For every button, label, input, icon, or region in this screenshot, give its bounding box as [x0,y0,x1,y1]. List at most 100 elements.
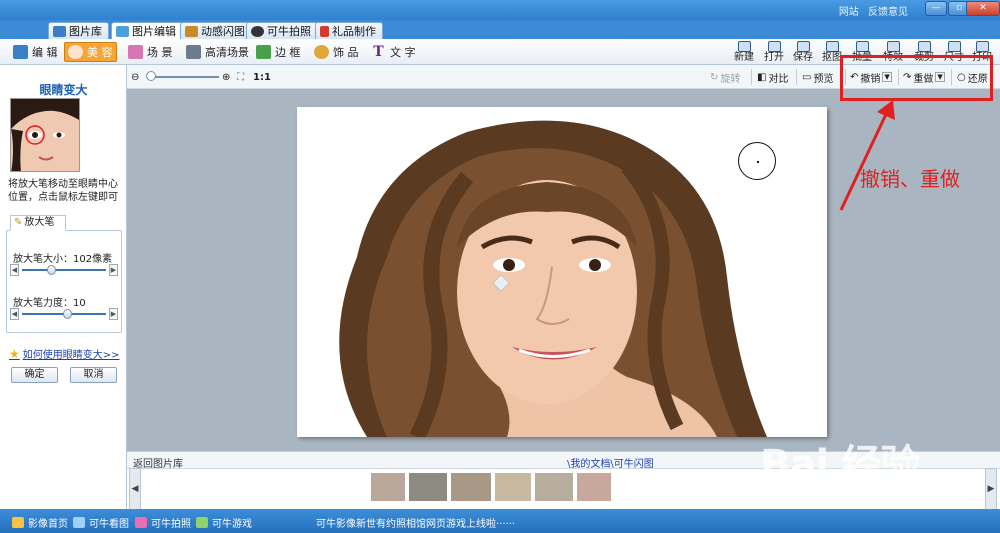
cutout-icon [825,41,839,52]
tool-accessory[interactable]: 饰 品 [311,42,362,62]
floppy-icon [796,41,810,52]
size-slider[interactable]: ◀ ▶ [10,264,120,276]
strip-left-arrow-icon[interactable]: ◀ [129,468,141,510]
thumbnail[interactable] [535,473,573,501]
beauty-left-panel: 眼睛变大 将放大笔移动至眼睛中心位置，点击鼠标左键即可 ✎ 放大笔 放大笔大小：… [0,65,127,509]
tool-text[interactable]: T 文 字 [368,42,419,62]
games-icon [196,517,208,528]
status-viewer-link[interactable]: 可牛看图 [73,515,129,530]
annotation-text: 撤销、重做 [860,167,960,191]
close-button[interactable]: ✕ [966,1,1000,16]
frame-icon [256,45,271,59]
printer-icon [975,41,989,52]
minimize-button[interactable]: — [925,1,947,16]
tool-frame[interactable]: 边 框 [253,42,304,62]
crop-icon [917,41,931,52]
tool-scene[interactable]: 场 景 [125,42,176,62]
new-file-icon [737,41,751,52]
thumbnail[interactable] [371,473,405,501]
rotate-button[interactable]: ↻ 旋转 [710,69,740,85]
status-label: 可牛看图 [89,519,129,530]
zoom-out-icon[interactable]: ⊖ [131,69,139,85]
howto-link[interactable]: ★ 如何使用眼睛变大>> [9,346,120,362]
accessory-icon [314,45,329,59]
status-marquee[interactable]: 可牛影像新世有约照相馆网页游戏上线啦······ [316,515,515,530]
title-links: 网站 反馈意见 [833,3,908,18]
tab-label: 图片库 [69,24,102,38]
magnifier-brush-cursor [738,142,776,180]
panel-title: 眼睛变大 [39,83,88,97]
thumbnail[interactable] [451,473,491,501]
status-label: 影像首页 [28,519,68,530]
resize-icon [947,41,961,52]
group-label: 放大笔 [24,217,55,228]
thumbnail[interactable] [577,473,611,501]
status-camera-link[interactable]: 可牛拍照 [135,515,191,530]
example-eye-photo [10,98,80,172]
new-button[interactable]: 新建 [727,40,761,64]
slider-thumb[interactable] [47,265,57,275]
zoom-in-icon[interactable]: ⊕ [222,69,230,85]
tool-label: 文 字 [390,46,416,59]
thumbnail[interactable] [495,473,531,501]
tab-camera[interactable]: 可牛拍照 [246,22,318,39]
button-label: 对比 [768,73,789,85]
magnifier-group-tab[interactable]: ✎ 放大笔 [10,215,66,231]
strip-right-arrow-icon[interactable]: ▶ [985,468,997,510]
separator [751,69,752,85]
slider-right-arrow-icon[interactable]: ▶ [109,264,118,276]
preview-button[interactable]: ▭ 预览 [802,69,833,85]
slider-track [22,269,106,271]
camera-icon [135,517,147,528]
tool-edit[interactable]: 编 辑 [10,42,61,62]
tab-image-edit[interactable]: 图片编辑 [111,22,183,39]
howto-label: 如何使用眼睛变大>> [22,350,120,361]
site-link[interactable]: 网站 [839,7,859,18]
tab-gift-making[interactable]: 礼品制作 [315,22,383,39]
status-label: 可牛拍照 [151,519,191,530]
gift-icon [320,25,329,37]
main-tab-bar: 图片库 图片编辑 动感闪图 可牛拍照 礼品制作 [0,20,1000,39]
fit-screen-icon[interactable]: ⛶ [237,69,244,85]
slider-left-arrow-icon[interactable]: ◀ [10,264,19,276]
zoom-slider-thumb[interactable] [146,71,156,81]
tab-label: 可牛拍照 [267,24,311,38]
compare-button[interactable]: ◧ 对比 [757,69,788,85]
feedback-link[interactable]: 反馈意见 [868,7,908,18]
slider-left-arrow-icon[interactable]: ◀ [10,308,19,320]
tab-animated-gif[interactable]: 动感闪图 [180,22,252,39]
cancel-button[interactable]: 取消 [70,367,117,383]
thumbnail[interactable] [409,473,447,501]
beauty-face-icon [68,45,83,59]
tab-image-library[interactable]: 图片库 [48,22,109,39]
tool-hd-scene[interactable]: 高清场景 [183,42,252,62]
panel-hint: 将放大笔移动至眼睛中心位置，点击鼠标左键即可 [8,179,118,203]
status-bar: 影像首页 可牛看图 可牛拍照 可牛游戏 可牛影像新世有约照相馆网页游戏上线啦··… [0,509,1000,533]
status-home-link[interactable]: 影像首页 [12,515,68,530]
confirm-button[interactable]: 确定 [11,367,58,383]
zoom-slider-track[interactable] [149,76,219,78]
slider-right-arrow-icon[interactable]: ▶ [109,308,118,320]
strength-slider[interactable]: ◀ ▶ [10,308,120,320]
edit-icon [13,45,28,59]
rotate-icon: ↻ [710,71,719,83]
scene-icon [128,45,143,59]
home-icon [12,517,24,528]
tab-label: 图片编辑 [132,24,176,38]
camera-icon [251,25,264,37]
baidu-watermark: Bai 经验 [760,442,920,488]
size-label: 放大笔大小：102像素 [13,254,113,265]
folder-icon [767,41,781,52]
tool-label: 边 框 [275,46,301,59]
button-label: 旋转 [720,73,741,85]
slider-thumb[interactable] [63,309,73,319]
tool-label: 美 容 [87,46,113,59]
effects-icon [886,41,900,52]
image-library-icon [53,25,66,37]
tab-label: 动感闪图 [201,24,245,38]
tool-beauty[interactable]: 美 容 [64,42,117,62]
baidu-watermark-url: jingyan.baidu.com [800,486,911,500]
annotation-arrow-icon [839,100,895,211]
actual-size-label[interactable]: 1:1 [253,69,271,85]
status-games-link[interactable]: 可牛游戏 [196,515,252,530]
